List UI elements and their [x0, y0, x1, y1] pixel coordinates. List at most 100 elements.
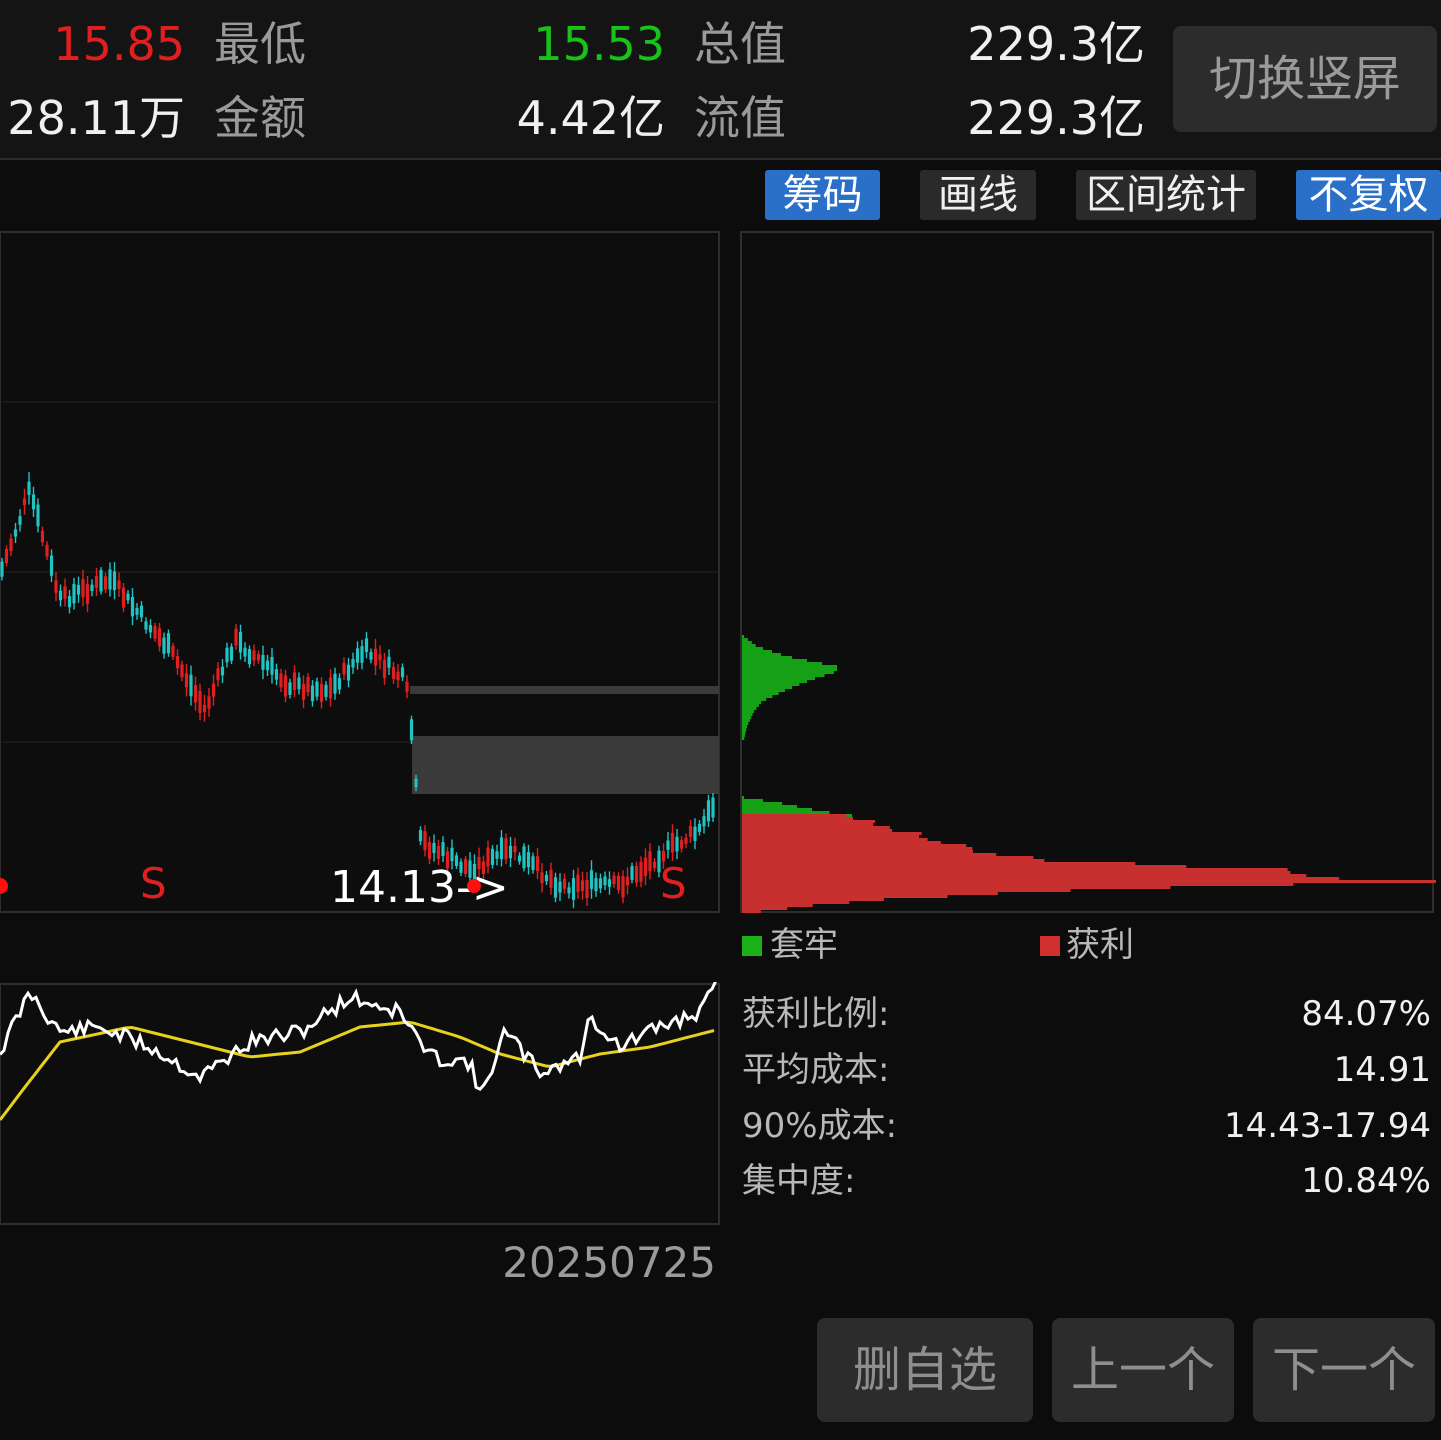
- volume-value: 28.11万: [7, 91, 185, 145]
- candle-body: [418, 830, 423, 842]
- chip-bar: [742, 725, 747, 728]
- chip-bar: [742, 880, 1436, 883]
- candle-body: [292, 672, 297, 690]
- candle-body: [580, 880, 585, 892]
- chip-bar: [742, 838, 928, 841]
- chip-distribution-chart[interactable]: [740, 230, 1436, 914]
- chart-date: 20250725: [502, 1238, 716, 1287]
- candle-body: [679, 840, 684, 849]
- candle-body: [36, 504, 40, 527]
- candle-body: [373, 648, 378, 666]
- candle-body: [558, 881, 562, 893]
- chip-bar: [742, 874, 1307, 877]
- candle-body: [67, 596, 72, 608]
- candle-body: [589, 870, 594, 889]
- chip-bar: [742, 701, 762, 704]
- no-adjust-button[interactable]: 不复权: [1296, 170, 1441, 220]
- candle-body: [531, 856, 535, 870]
- candle-body: [45, 544, 49, 557]
- candle-body: [544, 874, 549, 882]
- candle-body: [310, 685, 315, 702]
- chip-bar: [742, 689, 785, 692]
- candle-body: [9, 538, 13, 552]
- candle-body: [72, 583, 76, 604]
- candle-body: [108, 569, 112, 590]
- chip-bar: [742, 817, 853, 820]
- chip-bar: [742, 692, 779, 695]
- candle-body: [711, 797, 715, 818]
- float-value: 229.3亿: [967, 91, 1145, 145]
- range-stats-button[interactable]: 区间统计: [1076, 170, 1256, 220]
- chip-bar: [742, 716, 752, 719]
- candle-body: [697, 823, 702, 832]
- candle-body: [297, 677, 301, 690]
- candle-body: [643, 857, 648, 876]
- candle-body: [306, 676, 310, 693]
- chip-bar: [742, 898, 884, 901]
- candle-body: [513, 846, 517, 853]
- next-button[interactable]: 下一个: [1253, 1318, 1435, 1422]
- candle-body: [58, 590, 63, 601]
- candle-body: [148, 625, 153, 633]
- profit-ratio-value: 84.07%: [1301, 994, 1431, 1034]
- switch-portrait-button[interactable]: 切换竖屏: [1173, 26, 1437, 132]
- candle-body: [594, 878, 598, 892]
- chip-bar: [742, 796, 744, 799]
- sell-marker: S: [140, 859, 167, 908]
- draw-line-button[interactable]: 画线: [920, 170, 1036, 220]
- candle-body: [526, 852, 531, 868]
- chip-bar: [742, 799, 763, 802]
- candle-body: [261, 654, 265, 670]
- candle-body: [364, 638, 369, 653]
- chip-bar: [742, 647, 763, 650]
- candle-body: [522, 846, 526, 869]
- chip-bar: [742, 731, 746, 734]
- chip-bar: [742, 853, 997, 856]
- candle-body: [427, 842, 432, 859]
- chip-bar: [742, 665, 837, 668]
- kline-chart[interactable]: S 14.13-> S: [0, 230, 722, 914]
- low-label: 最低: [214, 17, 306, 71]
- candle-body: [432, 842, 436, 853]
- candle-body: [40, 530, 45, 543]
- candle-body: [549, 869, 553, 888]
- candle-body: [342, 662, 346, 675]
- candle-body: [675, 836, 679, 852]
- candle-body: [162, 637, 166, 654]
- chip-bar: [742, 883, 1294, 886]
- candle-body: [4, 548, 9, 563]
- chip-bar: [742, 656, 792, 659]
- candle-body: [103, 576, 108, 590]
- chip-bar: [742, 734, 745, 737]
- indicator-chart[interactable]: [0, 982, 722, 1226]
- chip-bar: [742, 728, 747, 731]
- chip-bar: [742, 659, 807, 662]
- chip-bar: [742, 889, 1071, 892]
- avg-cost-label: 平均成本:: [742, 1050, 890, 1090]
- candle-body: [256, 653, 261, 661]
- signal-dot: [467, 879, 481, 893]
- chip-bar: [742, 856, 1034, 859]
- candle-body: [423, 831, 427, 851]
- previous-button[interactable]: 上一个: [1052, 1318, 1234, 1422]
- candle-body: [639, 861, 643, 882]
- candle-body: [85, 584, 90, 605]
- candle-body: [495, 851, 499, 859]
- candle-body: [652, 861, 657, 868]
- candle-body: [189, 674, 193, 697]
- profit-swatch: [1040, 936, 1060, 956]
- chip-bar: [742, 829, 893, 832]
- chip-bar: [742, 901, 850, 904]
- candle-body: [283, 675, 288, 697]
- candle-body: [369, 652, 373, 660]
- chip-bar: [742, 886, 1171, 889]
- remove-watchlist-button[interactable]: 删自选: [817, 1318, 1033, 1422]
- candle-body: [153, 625, 157, 639]
- candle-body: [378, 654, 382, 661]
- candle-body: [301, 683, 306, 700]
- candle-body: [126, 593, 130, 601]
- chip-bar: [742, 847, 973, 850]
- chips-button[interactable]: 筹码: [765, 170, 880, 220]
- candle-body: [319, 683, 324, 702]
- candle-body: [139, 605, 144, 618]
